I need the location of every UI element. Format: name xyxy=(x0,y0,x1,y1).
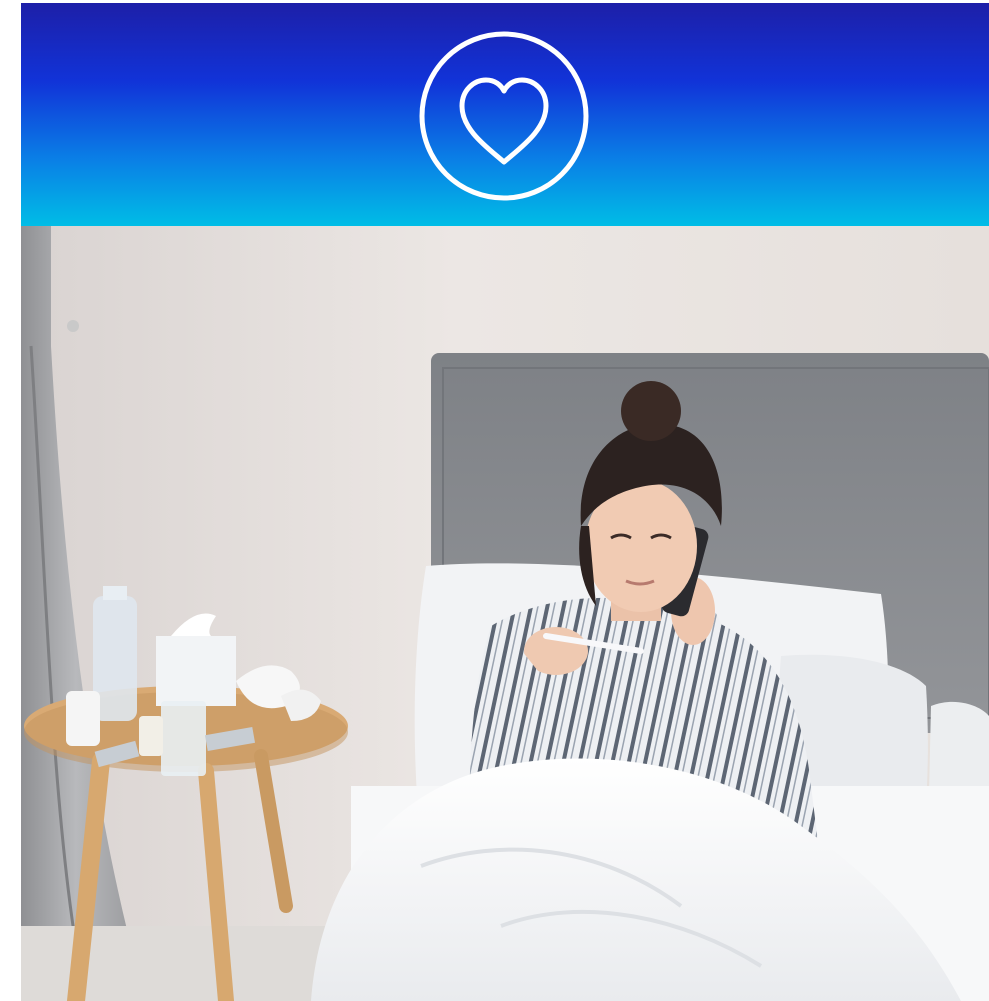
heart-badge[interactable] xyxy=(418,30,590,202)
sick-woman-in-bed-illustration xyxy=(21,226,989,1001)
hero-photo xyxy=(21,226,989,1001)
content-card xyxy=(21,3,989,1001)
header-banner xyxy=(21,3,989,226)
heart-icon xyxy=(419,31,589,201)
